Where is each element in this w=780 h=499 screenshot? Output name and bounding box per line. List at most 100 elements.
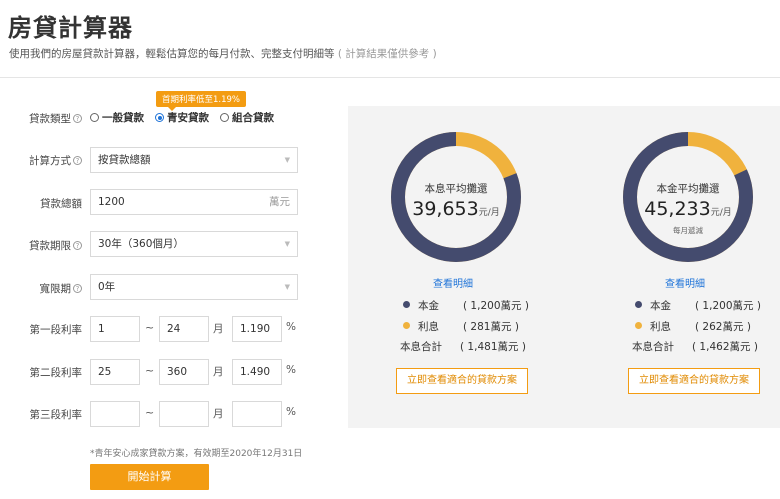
month-unit: 月 — [213, 366, 224, 378]
interest-legend-dot — [403, 322, 410, 329]
grace-period-label: 寬限期? — [0, 281, 82, 296]
grace-period-value: 0年 — [98, 281, 116, 293]
loan-term-label: 貸款期限? — [0, 238, 82, 253]
monthly-payment-amount: 39,653 — [412, 198, 479, 220]
radio-circle-icon[interactable] — [220, 113, 229, 122]
monthly-payment-unit: 元/月 — [478, 208, 500, 218]
loan-amount-input[interactable]: 1200 萬元 — [90, 189, 298, 215]
subtitle-note: ( 計算結果僅供參考 ) — [337, 48, 437, 60]
calc-method-label-text: 計算方式 — [29, 155, 71, 167]
radio-label: 一般貸款 — [102, 112, 144, 124]
principal-label: 本金 — [650, 300, 671, 312]
help-icon[interactable]: ? — [73, 284, 82, 293]
principal-legend-dot — [635, 301, 642, 308]
grace-period-select[interactable]: 0年 ▼ — [90, 274, 298, 300]
view-details-link[interactable]: 查看明細 — [348, 275, 558, 290]
loan-amount-unit: 萬元 — [269, 196, 290, 208]
rate-stage-1-label: 第一段利率 — [29, 324, 83, 336]
interest-label: 利息 — [418, 321, 439, 333]
principal-legend-dot — [403, 301, 410, 308]
total-row: 本息合計 ( 1,462萬元 ) — [632, 339, 758, 354]
total-label: 本息合計 — [632, 341, 674, 353]
header-divider — [0, 77, 780, 78]
radio-general-loan[interactable]: 一般貸款 — [90, 110, 144, 125]
payment-subcaption: 每月遞減 — [673, 226, 703, 235]
rate-stage-3-rate-input[interactable] — [232, 401, 282, 427]
loan-amount-label: 貸款總額 — [40, 198, 82, 210]
calc-method-label: 計算方式? — [0, 153, 82, 168]
page-subtitle: 使用我們的房屋貸款計算器，輕鬆估算您的每月付款、完整支付明細等 ( 計算結果僅供… — [9, 46, 437, 61]
principal-row: 本金 ( 1,200萬元 ) — [635, 298, 761, 313]
result-card-equal-principal: 本金平均攤還 45,233元/月 每月遞減 查看明細 本金 ( 1,200萬元 … — [580, 106, 780, 428]
monthly-payment: 45,233元/月 — [622, 198, 754, 220]
monthly-payment-amount: 45,233 — [644, 198, 711, 220]
interest-value: ( 262萬元 ) — [695, 321, 751, 333]
monthly-payment-unit: 元/月 — [710, 208, 732, 218]
month-unit: 月 — [213, 408, 224, 420]
loan-type-label: 貸款類型? — [0, 111, 82, 126]
interest-value: ( 281萬元 ) — [463, 321, 519, 333]
payment-method-caption: 本金平均攤還 — [656, 183, 720, 195]
interest-legend-dot — [635, 322, 642, 329]
results-panel: 本息平均攤還 39,653元/月 查看明細 本金 ( 1,200萬元 ) 利息 … — [348, 106, 780, 428]
rate-stage-1-from-input[interactable]: 1 — [90, 316, 140, 342]
interest-label: 利息 — [650, 321, 671, 333]
principal-row: 本金 ( 1,200萬元 ) — [403, 298, 529, 313]
radio-combined-loan[interactable]: 組合貸款 — [220, 110, 274, 125]
total-value: ( 1,481萬元 ) — [460, 341, 526, 353]
principal-value: ( 1,200萬元 ) — [463, 300, 529, 312]
donut-center: 本息平均攤還 39,653元/月 — [390, 131, 522, 263]
help-icon[interactable]: ? — [73, 114, 82, 123]
total-label: 本息合計 — [400, 341, 442, 353]
interest-row: 利息 ( 262萬元 ) — [635, 319, 751, 334]
rate-stage-1-to-input[interactable]: 24 — [159, 316, 209, 342]
monthly-payment: 39,653元/月 — [390, 198, 522, 220]
page-title: 房貸計算器 — [8, 14, 133, 42]
loan-term-label-text: 貸款期限 — [29, 240, 71, 252]
loan-term-select[interactable]: 30年（360個月） ▼ — [90, 231, 298, 257]
percent-unit: % — [286, 406, 296, 418]
rate-stage-1-rate-input[interactable]: 1.190 — [232, 316, 282, 342]
radio-selected-icon[interactable] — [155, 113, 164, 122]
loan-type-label-text: 貸款類型 — [29, 113, 71, 125]
rate-stage-3-from-input[interactable] — [90, 401, 140, 427]
payment-method-caption: 本息平均攤還 — [424, 183, 488, 195]
grace-period-label-text: 寬限期 — [39, 283, 72, 295]
principal-label: 本金 — [418, 300, 439, 312]
rate-stage-2-rate-input[interactable]: 1.490 — [232, 359, 282, 385]
calc-method-select[interactable]: 按貸款總額 ▼ — [90, 147, 298, 173]
calc-method-value: 按貸款總額 — [98, 154, 151, 166]
total-row: 本息合計 ( 1,481萬元 ) — [400, 339, 526, 354]
subtitle-text: 使用我們的房屋貸款計算器，輕鬆估算您的每月付款、完整支付明細等 — [9, 48, 335, 60]
rate-stage-2-label: 第二段利率 — [29, 367, 83, 379]
view-loan-plans-button[interactable]: 立即查看適合的貸款方案 — [396, 368, 528, 394]
loan-amount-value: 1200 — [98, 196, 125, 208]
rate-stage-2-to-input[interactable]: 360 — [159, 359, 209, 385]
rate-stage-3-to-input[interactable] — [159, 401, 209, 427]
total-value: ( 1,462萬元 ) — [692, 341, 758, 353]
chevron-down-icon: ▼ — [284, 283, 290, 291]
radio-circle-icon[interactable] — [90, 113, 99, 122]
range-separator: ~ — [145, 364, 155, 377]
range-separator: ~ — [145, 321, 155, 334]
rate-stage-2-from-input[interactable]: 25 — [90, 359, 140, 385]
donut-center: 本金平均攤還 45,233元/月 每月遞減 — [622, 131, 754, 263]
help-icon[interactable]: ? — [73, 241, 82, 250]
result-card-equal-payment: 本息平均攤還 39,653元/月 查看明細 本金 ( 1,200萬元 ) 利息 … — [348, 106, 558, 428]
promo-footnote: *青年安心成家貸款方案，有效期至2020年12月31日 — [90, 449, 303, 459]
help-icon[interactable]: ? — [73, 156, 82, 165]
radio-label: 青安貸款 — [167, 112, 209, 124]
interest-row: 利息 ( 281萬元 ) — [403, 319, 519, 334]
view-loan-plans-button[interactable]: 立即查看適合的貸款方案 — [628, 368, 760, 394]
range-separator: ~ — [145, 406, 155, 419]
chevron-down-icon: ▼ — [284, 240, 290, 248]
radio-label: 組合貸款 — [232, 112, 274, 124]
percent-unit: % — [286, 364, 296, 376]
month-unit: 月 — [213, 323, 224, 335]
radio-youth-loan[interactable]: 青安貸款 — [155, 110, 209, 125]
start-calculation-button[interactable]: 開始計算 — [90, 464, 209, 490]
view-details-link[interactable]: 查看明細 — [580, 275, 780, 290]
promo-badge: 首期利率低至1.19% — [156, 91, 247, 111]
percent-unit: % — [286, 321, 296, 333]
chevron-down-icon: ▼ — [284, 156, 290, 164]
